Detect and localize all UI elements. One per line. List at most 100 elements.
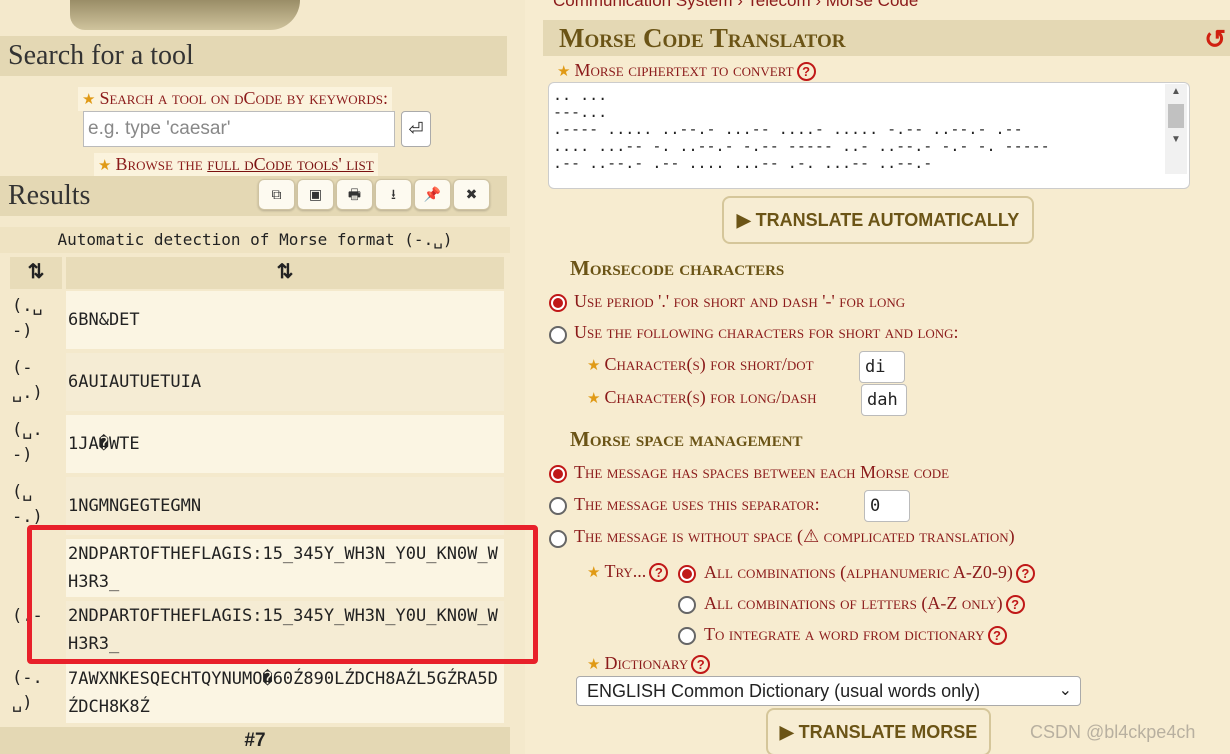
star-icon: ★ [587,657,601,673]
option-try-dictionary: To integrate a word from dictionary? [704,624,1007,646]
row-key: (␣.-) [12,420,43,465]
option-spaces: The message has spaces between each Mors… [574,462,950,482]
table-row: (␣-.) 1NGMNGEGTEGMN [10,477,504,535]
option-try-all-text: All combinations (alphanumeric A-Z0-9) [704,562,1013,582]
result-count: #7 [0,727,510,754]
row-value: 2NDPARTOFTHEFLAGIS:15_345Y_WH3N_Y0U_KN0W… [66,539,504,597]
row-key [10,539,62,597]
radio-try-dictionary[interactable] [678,627,696,645]
radio-try-letters[interactable] [678,596,696,614]
table-row: 2NDPARTOFTHEFLAGIS:15_345Y_WH3N_Y0U_KN0W… [10,539,504,597]
row-value: 7AWXNKESQECHTQYNUMO�60Ź890LŹDCH8AŹL5GŹRA… [66,663,504,723]
option-period-dash: Use period '.' for short and dash '-' fo… [574,291,906,311]
row-value: 6AUIAUTUETUIA [66,353,504,411]
cipher-scrollbar[interactable]: ▲ ▼ [1165,84,1187,174]
page-title: Morse Code Translator ↺ [543,20,1230,56]
detection-caption: Automatic detection of Morse format (-.␣… [0,227,510,253]
scroll-up-icon[interactable]: ▲ [1165,84,1187,100]
main-panel: Communication System › Telecom › Morse C… [543,0,1230,754]
search-hint-text: Search a tool on dCode by keywords: [99,88,388,108]
option-try-letters: All combinations of letters (A-Z only)? [704,593,1025,615]
help-icon[interactable]: ? [691,655,711,675]
table-row: (-.␣) 7AWXNKESQECHTQYNUMO�60Ź890LŹDCH8AŹ… [10,663,504,723]
help-icon[interactable]: ? [1015,564,1035,584]
search-submit-button[interactable]: ⏎ [401,111,431,147]
cipher-label-text: Morse ciphertext to convert [574,60,794,80]
print-icon[interactable]: 🖶 [336,179,373,210]
table-row: (.␣-) 6BN&DET [10,291,504,349]
separator-input[interactable]: 0 [864,490,910,522]
search-input[interactable] [83,111,395,147]
option-try-dictionary-text: To integrate a word from dictionary [704,624,985,644]
search-panel-title: Search for a tool [0,36,507,76]
radio-no-space[interactable] [549,530,567,548]
page-title-text: Morse Code Translator [559,23,846,53]
try-label-text: Try... [604,561,647,581]
long-char-input[interactable]: dah [861,384,907,416]
long-char-label: ★ Character(s) for long/dash [587,387,817,408]
help-icon[interactable]: ? [796,62,816,82]
option-try-letters-text: All combinations of letters (A-Z only) [704,593,1003,613]
search-hint: ★ Search a tool on dCode by keywords: [78,87,392,111]
row-key: (␣-.) [12,482,43,527]
section-morse-characters: Morsecode characters [570,256,785,280]
left-sidebar: Search for a tool ★ Search a tool on dCod… [0,0,525,754]
option-try-all: All combinations (alphanumeric A-Z0-9)? [704,562,1035,584]
browse-tools-link[interactable]: full dCode tools' list [207,154,373,174]
ciphertext-input[interactable] [548,82,1190,189]
star-icon: ★ [587,358,601,374]
short-char-input[interactable]: di [859,351,905,383]
cipher-label: ★ Morse ciphertext to convert? [557,60,816,82]
row-key: (-.␣) [12,668,43,713]
star-icon: ★ [82,92,96,108]
scroll-down-icon[interactable]: ▼ [1165,132,1187,148]
pin-icon[interactable]: 📌 [414,179,451,210]
reset-icon[interactable]: ↺ [1204,22,1226,58]
row-value: 1JA�WTE [66,415,504,473]
radio-try-all[interactable] [678,565,696,583]
dcode-logo-art [70,0,300,30]
translate-morse-button[interactable]: ▶ TRANSLATE MORSE [766,708,991,754]
screenshot-icon[interactable]: ▣ [297,179,334,210]
row-value: 6BN&DET [66,291,504,349]
chevron-down-icon: ⌄ [1058,682,1072,699]
scroll-thumb[interactable] [1168,104,1184,128]
row-key: (-␣.) [12,358,43,403]
section-space-management: Morse space management [570,427,803,451]
help-icon[interactable]: ? [649,563,669,583]
star-icon: ★ [587,565,601,581]
radio-separator[interactable] [549,497,567,515]
table-row: (-␣.) 6AUIAUTUETUIA [10,353,504,411]
option-custom-chars: Use the following characters for short a… [574,322,959,342]
sort-column-result[interactable]: ⇅ [66,257,504,289]
close-icon[interactable]: ✖ [453,179,490,210]
option-separator: The message uses this separator: [574,494,820,514]
short-char-label-text: Character(s) for short/dot [604,354,814,374]
sort-column-key[interactable]: ⇅ [10,257,62,289]
row-value: 2NDPARTOFTHEFLAGIS:15_345Y_WH3N_Y0U_KN0W… [66,601,504,659]
dictionary-label-text: Dictionary [604,653,689,673]
dictionary-select[interactable]: ENGLISH Common Dictionary (usual words o… [576,676,1081,706]
breadcrumb[interactable]: Communication System › Telecom › Morse C… [553,0,918,11]
translate-automatically-button[interactable]: ▶ TRANSLATE AUTOMATICALLY [722,196,1034,244]
try-label: ★ Try...? [587,561,669,583]
help-icon[interactable]: ? [987,626,1007,646]
row-key: (.- [12,606,43,626]
help-icon[interactable]: ? [1005,595,1025,615]
table-row: (.- 2NDPARTOFTHEFLAGIS:15_345Y_WH3N_Y0U_… [10,601,504,659]
short-char-label: ★ Character(s) for short/dot [587,354,814,375]
radio-spaces[interactable] [549,465,567,483]
row-key: (.␣-) [12,296,43,341]
option-no-space: The message is without space (⚠ complica… [574,526,1015,546]
long-char-label-text: Character(s) for long/dash [604,387,817,407]
radio-custom-chars[interactable] [549,326,567,344]
copy-icon[interactable]: ⧉ [258,179,295,210]
dictionary-selected-value: ENGLISH Common Dictionary (usual words o… [587,681,981,701]
star-icon: ★ [98,158,112,174]
download-icon[interactable]: ⭳ [375,179,412,210]
table-row: (␣.-) 1JA�WTE [10,415,504,473]
radio-period-dash[interactable] [549,294,567,312]
watermark: CSDN @bl4ckpe4ch [1030,722,1196,742]
browse-tools-hint: ★ Browse the full dCode tools' list [94,153,378,177]
results-toolbar: ⧉ ▣ 🖶 ⭳ 📌 ✖ [258,179,490,210]
